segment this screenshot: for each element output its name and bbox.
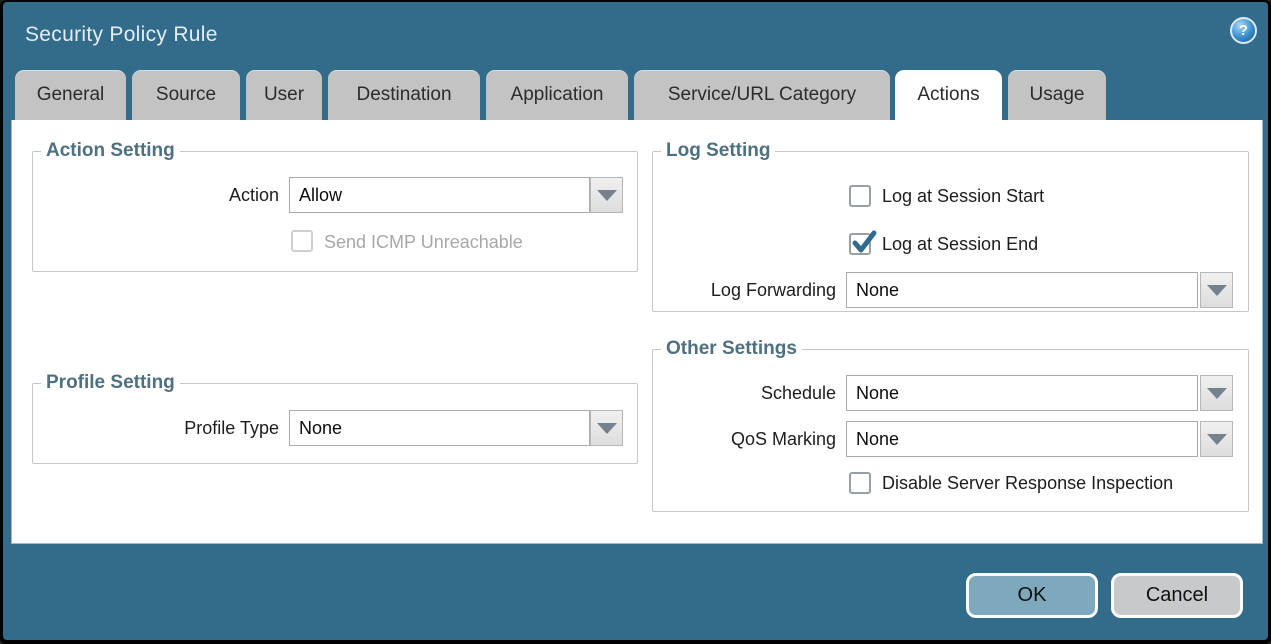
schedule-dropdown[interactable]: None bbox=[846, 375, 1198, 411]
send-icmp-checkbox bbox=[291, 230, 313, 252]
schedule-value: None bbox=[856, 383, 899, 403]
disable-server-response-inspection-label: Disable Server Response Inspection bbox=[882, 471, 1173, 495]
action-value: Allow bbox=[299, 185, 342, 205]
tab-label: User bbox=[264, 84, 304, 105]
log-forwarding-dropdown[interactable]: None bbox=[846, 272, 1198, 308]
log-forwarding-value: None bbox=[856, 280, 899, 300]
log-forwarding-dropdown-button[interactable] bbox=[1200, 272, 1233, 308]
help-icon[interactable]: ? bbox=[1230, 17, 1257, 44]
action-dropdown-button[interactable] bbox=[590, 177, 623, 213]
log-session-end-label: Log at Session End bbox=[882, 232, 1038, 256]
cancel-button[interactable]: Cancel bbox=[1111, 573, 1243, 618]
log-forwarding-label: Log Forwarding bbox=[672, 272, 836, 308]
action-dropdown[interactable]: Allow bbox=[289, 177, 590, 213]
dialog-window: Security Policy Rule ? General Source Us… bbox=[0, 0, 1271, 644]
disable-server-response-inspection-checkbox[interactable] bbox=[849, 472, 871, 494]
log-session-end-checkbox[interactable] bbox=[849, 233, 871, 255]
dialog-background: Security Policy Rule ? General Source Us… bbox=[3, 2, 1268, 640]
qos-marking-dropdown-button[interactable] bbox=[1200, 421, 1233, 457]
tab-label: Actions bbox=[917, 84, 979, 105]
ok-button-label: OK bbox=[1018, 584, 1047, 607]
tab-source[interactable]: Source bbox=[132, 70, 240, 120]
chevron-down-icon bbox=[597, 190, 617, 201]
action-setting-legend: Action Setting bbox=[41, 140, 180, 162]
check-icon bbox=[850, 229, 878, 257]
profile-type-value: None bbox=[299, 418, 342, 438]
tab-label: Application bbox=[511, 84, 604, 105]
profile-setting-legend: Profile Setting bbox=[41, 372, 180, 394]
chevron-down-icon bbox=[1207, 388, 1227, 399]
tab-application[interactable]: Application bbox=[486, 70, 628, 120]
qos-marking-label: QoS Marking bbox=[672, 421, 836, 457]
dialog-title: Security Policy Rule bbox=[25, 19, 218, 51]
profile-type-dropdown-button[interactable] bbox=[590, 410, 623, 446]
ok-button[interactable]: OK bbox=[966, 573, 1098, 618]
help-glyph: ? bbox=[1239, 22, 1248, 39]
tab-label: Destination bbox=[356, 84, 451, 105]
tab-actions[interactable]: Actions bbox=[895, 70, 1002, 122]
profile-type-dropdown[interactable]: None bbox=[289, 410, 590, 446]
other-settings-legend: Other Settings bbox=[661, 338, 802, 360]
tab-service-url-category[interactable]: Service/URL Category bbox=[634, 70, 890, 120]
log-session-start-checkbox[interactable] bbox=[849, 185, 871, 207]
tab-label: Service/URL Category bbox=[668, 84, 856, 105]
log-session-start-label: Log at Session Start bbox=[882, 184, 1044, 208]
tab-destination[interactable]: Destination bbox=[328, 70, 480, 120]
tab-label: Usage bbox=[1030, 84, 1085, 105]
tab-usage[interactable]: Usage bbox=[1008, 70, 1106, 120]
qos-marking-value: None bbox=[856, 429, 899, 449]
tab-user[interactable]: User bbox=[246, 70, 322, 120]
chevron-down-icon bbox=[1207, 434, 1227, 445]
action-label: Action bbox=[72, 177, 279, 213]
tab-label: General bbox=[37, 84, 105, 105]
schedule-dropdown-button[interactable] bbox=[1200, 375, 1233, 411]
schedule-label: Schedule bbox=[672, 375, 836, 411]
tab-general[interactable]: General bbox=[15, 70, 126, 120]
log-setting-legend: Log Setting bbox=[661, 140, 775, 162]
send-icmp-label: Send ICMP Unreachable bbox=[324, 230, 523, 254]
qos-marking-dropdown[interactable]: None bbox=[846, 421, 1198, 457]
chevron-down-icon bbox=[597, 423, 617, 434]
tab-label: Source bbox=[156, 84, 216, 105]
cancel-button-label: Cancel bbox=[1146, 584, 1208, 607]
profile-type-label: Profile Type bbox=[72, 410, 279, 446]
actions-tab-panel: Action Setting Action Allow Send ICMP Un… bbox=[11, 120, 1263, 544]
chevron-down-icon bbox=[1207, 285, 1227, 296]
